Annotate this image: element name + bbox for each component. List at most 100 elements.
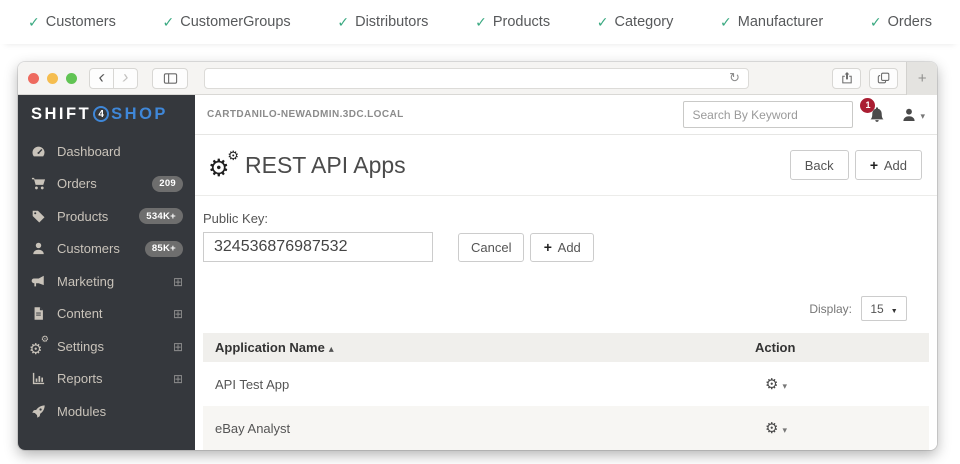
check-item-distributors: Distributors bbox=[337, 14, 428, 31]
check-label: Category bbox=[615, 14, 674, 30]
app-name-cell: eBay Analyst bbox=[215, 421, 755, 436]
minimize-window-button[interactable] bbox=[47, 73, 58, 84]
check-item-manufacturer: Manufacturer bbox=[720, 14, 823, 31]
new-tab-button[interactable] bbox=[906, 62, 937, 95]
table-row: eBay Analyst bbox=[203, 406, 929, 450]
gear-icon bbox=[29, 342, 42, 357]
sidebar-toggle-icon bbox=[163, 71, 178, 86]
tags-icon bbox=[30, 208, 47, 224]
keyword-search[interactable] bbox=[683, 101, 853, 128]
public-key-row: Cancel Add bbox=[203, 232, 937, 262]
account-menu-button[interactable] bbox=[901, 106, 925, 124]
browser-forward-button[interactable] bbox=[113, 68, 138, 89]
sidebar-item-settings[interactable]: Settings bbox=[18, 330, 195, 363]
page-size-value: 15 bbox=[870, 302, 883, 316]
chevron-down-icon bbox=[782, 377, 787, 392]
display-label: Display: bbox=[809, 302, 852, 316]
row-action-button[interactable] bbox=[755, 419, 787, 437]
check-item-orders: Orders bbox=[870, 14, 932, 31]
check-icon bbox=[870, 14, 882, 31]
list-section: Display: 15 Application Name Action bbox=[195, 296, 937, 450]
form-add-button-label: Add bbox=[558, 240, 581, 255]
reload-icon[interactable] bbox=[729, 69, 740, 87]
plus-icon bbox=[543, 239, 551, 255]
check-icon bbox=[337, 14, 349, 31]
notifications-button[interactable]: 1 bbox=[868, 106, 886, 124]
chevron-down-icon bbox=[782, 421, 787, 436]
cancel-button-label: Cancel bbox=[471, 240, 511, 255]
rest-api-cogs-icon bbox=[208, 151, 240, 179]
rocket-icon bbox=[30, 403, 47, 419]
gear-icon bbox=[208, 157, 230, 181]
browser-back-button[interactable] bbox=[89, 68, 114, 89]
check-label: Distributors bbox=[355, 14, 428, 30]
select-caret-icon bbox=[891, 302, 898, 316]
topbar-right: 1 bbox=[683, 101, 925, 128]
share-button[interactable] bbox=[832, 68, 861, 89]
logo-text-shop: SHOP bbox=[111, 105, 168, 124]
public-key-input[interactable] bbox=[203, 232, 433, 262]
sidebar-item-customers[interactable]: Customers 85K+ bbox=[18, 233, 195, 266]
sidebar-item-dashboard[interactable]: Dashboard bbox=[18, 135, 195, 168]
sidebar-item-marketing[interactable]: Marketing bbox=[18, 265, 195, 298]
file-icon bbox=[30, 306, 47, 322]
sidebar-menu: Dashboard Orders 209 Products 534K+ bbox=[18, 133, 195, 450]
zoom-window-button[interactable] bbox=[66, 73, 77, 84]
sidebar-label: Reports bbox=[57, 371, 173, 386]
add-button-label: Add bbox=[884, 158, 907, 173]
public-key-label: Public Key: bbox=[203, 211, 937, 226]
quick-check-bar: Customers CustomerGroups Distributors Pr… bbox=[0, 0, 960, 44]
back-button[interactable]: Back bbox=[790, 150, 849, 180]
sidebar-item-reports[interactable]: Reports bbox=[18, 363, 195, 396]
store-domain: CARTDANILO-NEWADMIN.3DC.LOCAL bbox=[207, 109, 404, 120]
browser-window: SHIFT 4 SHOP Dashboard Orders 209 bbox=[18, 62, 937, 450]
page-header: REST API Apps Back Add bbox=[195, 135, 937, 196]
public-key-form: Public Key: Cancel Add bbox=[195, 196, 937, 262]
expand-icon[interactable] bbox=[173, 339, 183, 354]
logo-text-shift: SHIFT bbox=[31, 105, 91, 124]
sidebar-label: Modules bbox=[57, 404, 183, 419]
cart-icon bbox=[30, 176, 47, 192]
form-add-button[interactable]: Add bbox=[530, 233, 593, 262]
plus-icon bbox=[918, 70, 927, 87]
tabs-overview-button[interactable] bbox=[869, 68, 898, 89]
add-button[interactable]: Add bbox=[855, 150, 922, 180]
gear-icon bbox=[41, 335, 49, 344]
main-content: CARTDANILO-NEWADMIN.3DC.LOCAL 1 bbox=[195, 95, 937, 450]
close-window-button[interactable] bbox=[28, 73, 39, 84]
person-icon bbox=[901, 107, 917, 123]
products-count-badge: 534K+ bbox=[139, 208, 183, 224]
back-icon bbox=[99, 68, 105, 88]
sidebar-item-products[interactable]: Products 534K+ bbox=[18, 200, 195, 233]
table-row: API Test App bbox=[203, 362, 929, 406]
check-icon bbox=[163, 14, 175, 31]
sidebar-label: Orders bbox=[57, 176, 152, 191]
chrome-right-buttons bbox=[832, 62, 927, 95]
expand-icon[interactable] bbox=[173, 274, 183, 289]
search-input[interactable] bbox=[692, 108, 847, 122]
gear-icon bbox=[765, 375, 778, 393]
column-action: Action bbox=[755, 340, 795, 355]
shift4shop-logo[interactable]: SHIFT 4 SHOP bbox=[18, 95, 195, 133]
sidebar-item-orders[interactable]: Orders 209 bbox=[18, 168, 195, 201]
column-application-name[interactable]: Application Name bbox=[215, 340, 755, 355]
check-icon bbox=[720, 14, 732, 31]
store-topbar: CARTDANILO-NEWADMIN.3DC.LOCAL 1 bbox=[195, 95, 937, 135]
sidebar-toggle-button[interactable] bbox=[152, 68, 188, 89]
url-bar[interactable] bbox=[204, 68, 749, 89]
window-controls bbox=[28, 73, 77, 84]
page-title: REST API Apps bbox=[245, 152, 406, 179]
back-button-label: Back bbox=[805, 158, 834, 173]
display-controls: Display: 15 bbox=[195, 296, 937, 333]
expand-icon[interactable] bbox=[173, 371, 183, 386]
url-input[interactable] bbox=[213, 72, 729, 84]
sidebar-item-modules[interactable]: Modules bbox=[18, 395, 195, 428]
cogs-icon bbox=[30, 338, 47, 354]
row-action-button[interactable] bbox=[755, 375, 787, 393]
sidebar-item-content[interactable]: Content bbox=[18, 298, 195, 331]
cancel-button[interactable]: Cancel bbox=[458, 233, 524, 262]
expand-icon[interactable] bbox=[173, 306, 183, 321]
gear-icon bbox=[765, 419, 778, 437]
sidebar-label: Settings bbox=[57, 339, 173, 354]
page-size-select[interactable]: 15 bbox=[861, 296, 907, 321]
